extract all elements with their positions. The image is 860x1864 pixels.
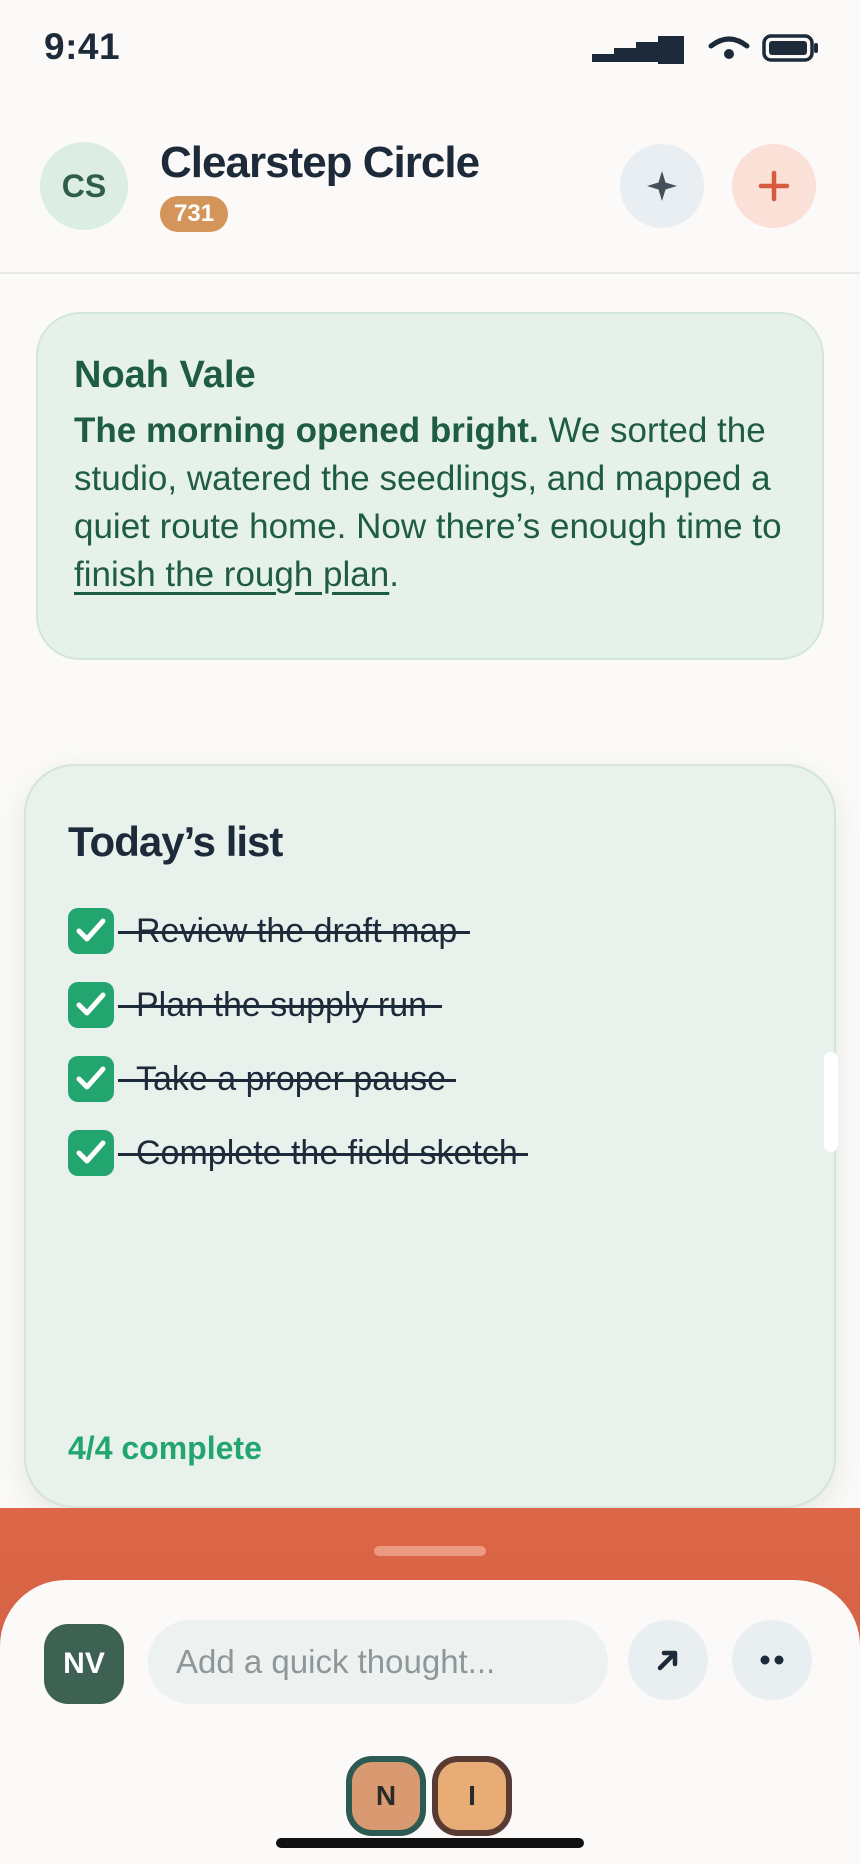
strikethrough-line bbox=[118, 1153, 528, 1156]
composer-sheet: NV N I bbox=[0, 1580, 860, 1864]
more-button[interactable] bbox=[732, 1620, 812, 1700]
arrow-up-right-icon bbox=[657, 1650, 678, 1671]
battery-icon bbox=[762, 34, 818, 62]
group-title: Clearstep Circle bbox=[160, 138, 480, 187]
wifi-icon bbox=[708, 36, 750, 59]
message-body: The morning opened bright. We sorted the… bbox=[74, 407, 786, 599]
sparkle-icon bbox=[647, 171, 677, 201]
checkbox[interactable] bbox=[68, 1056, 114, 1102]
checkmark-icon bbox=[76, 1140, 106, 1164]
message-link[interactable]: finish the rough plan bbox=[74, 555, 389, 594]
checkbox[interactable] bbox=[68, 908, 114, 954]
presence-avatar-n[interactable]: N bbox=[346, 1756, 426, 1836]
message-lead: The morning opened bright. bbox=[74, 411, 539, 450]
user-avatar[interactable]: NV bbox=[44, 1624, 124, 1704]
home-indicator bbox=[276, 1838, 584, 1848]
sparkle-button[interactable] bbox=[620, 144, 704, 228]
plus-icon bbox=[758, 170, 790, 202]
checkmark-icon bbox=[76, 1066, 106, 1090]
message-card: Noah Vale The morning opened bright. We … bbox=[36, 312, 824, 660]
add-button[interactable] bbox=[732, 144, 816, 228]
strikethrough-line bbox=[118, 1005, 442, 1008]
group-avatar[interactable]: CS bbox=[40, 142, 128, 230]
checklist-item[interactable]: Plan the supply run bbox=[68, 968, 834, 1042]
checklist-item[interactable]: Take a proper pause bbox=[68, 1042, 834, 1116]
strikethrough-line bbox=[118, 1079, 456, 1082]
checkmark-icon bbox=[76, 918, 106, 942]
presence-avatar-i[interactable]: I bbox=[432, 1756, 512, 1836]
send-button[interactable] bbox=[628, 1620, 708, 1700]
checklist-item[interactable]: Review the draft map bbox=[68, 894, 834, 968]
member-count-badge: 731 bbox=[160, 196, 229, 232]
checklist-progress: 4/4 complete bbox=[68, 1430, 262, 1466]
more-dots-icon bbox=[760, 1655, 784, 1665]
checkbox[interactable] bbox=[68, 1130, 114, 1176]
header: CS Clearstep Circle 731 bbox=[0, 100, 860, 274]
message-end: . bbox=[389, 555, 399, 594]
checklist-card: Today’s list Review the draft map Plan t… bbox=[24, 764, 836, 1508]
checklist-item[interactable]: Complete the field sketch bbox=[68, 1116, 834, 1190]
checkbox[interactable] bbox=[68, 982, 114, 1028]
signal-icon bbox=[592, 36, 684, 64]
strikethrough-line bbox=[118, 931, 470, 934]
status-time: 9:41 bbox=[44, 26, 121, 67]
scroll-handle[interactable] bbox=[824, 1052, 838, 1152]
message-author: Noah Vale bbox=[74, 354, 256, 396]
status-bar: 9:41 bbox=[0, 0, 860, 100]
checkmark-icon bbox=[76, 992, 106, 1016]
quick-thought-input[interactable] bbox=[148, 1620, 608, 1704]
checklist-title: Today’s list bbox=[68, 818, 283, 865]
sheet-grabber[interactable] bbox=[374, 1546, 486, 1556]
